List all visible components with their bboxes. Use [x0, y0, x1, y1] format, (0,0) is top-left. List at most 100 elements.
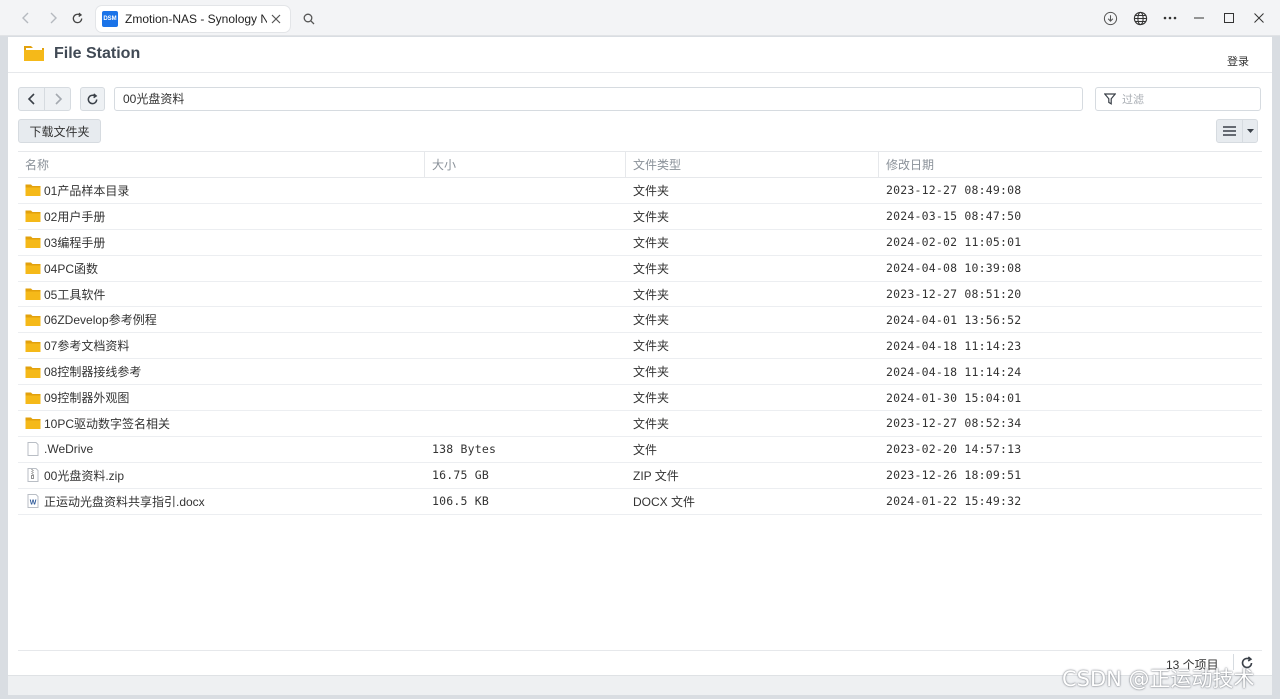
file-name: 06ZDevelop参考例程 [44, 313, 157, 328]
minimize-button[interactable] [1189, 8, 1209, 28]
cell-type: 文件夹 [633, 235, 670, 250]
maximize-button[interactable] [1219, 8, 1239, 28]
translate-button[interactable] [1130, 8, 1150, 28]
close-icon [271, 14, 281, 24]
cell-modified: 2023-02-20 14:57:13 [886, 442, 1022, 457]
table-row[interactable]: 05工具软件 文件夹 2023-12-27 08:51:20 [18, 282, 1262, 308]
file-name: 08控制器接线参考 [44, 365, 142, 380]
cell-name: 08控制器接线参考 [18, 363, 425, 380]
file-name: 02用户手册 [44, 209, 106, 224]
column-header-name[interactable]: 名称 [18, 152, 425, 177]
browser-toolbar: DSM Zmotion-NAS - Synology NAS [0, 0, 1280, 36]
app-title: File Station [54, 45, 141, 62]
cell-type: 文件夹 [633, 391, 670, 406]
close-tab-button[interactable] [268, 11, 284, 27]
list-view-toggle[interactable] [1217, 120, 1243, 142]
table-row[interactable]: W 正运动光盘资料共享指引.docx 106.5 KB DOCX 文件 2024-01-… [18, 489, 1262, 515]
cell-name: 03编程手册 [18, 234, 425, 251]
close-window-button[interactable] [1249, 8, 1269, 28]
cell-type: ZIP 文件 [633, 468, 679, 483]
table-row[interactable]: 06ZDevelop参考例程 文件夹 2024-04-01 13:56:52 [18, 307, 1262, 334]
table-row[interactable]: 02用户手册 文件夹 2024-03-15 08:47:50 [18, 204, 1262, 230]
nav-forward-button[interactable] [44, 87, 71, 111]
refresh-icon [87, 92, 98, 104]
globe-icon [1133, 11, 1147, 25]
file-name: 01产品样本目录 [44, 183, 130, 198]
cell-name: 07参考文档资料 [18, 337, 425, 354]
cell-modified: 2023-12-27 08:51:20 [886, 287, 1022, 301]
cell-modified: 2023-12-26 18:09:51 [886, 468, 1022, 483]
more-menu-button[interactable] [1160, 8, 1180, 28]
view-mode-button[interactable] [1216, 119, 1258, 143]
table-row[interactable]: 01产品样本目录 文件夹 2023-12-27 08:49:08 [18, 178, 1262, 204]
caret-down-icon [1246, 129, 1254, 133]
chevron-left-icon [22, 12, 29, 24]
search-icon [303, 13, 315, 25]
dsm-favicon-icon: DSM [102, 11, 118, 27]
folder-icon [25, 236, 41, 249]
cell-modified: 2023-12-27 08:52:34 [886, 416, 1022, 431]
file-list: 01产品样本目录 文件夹 2023-12-27 08:49:08 02用户手册 文件夹 2… [18, 178, 1262, 515]
cell-type: 文件夹 [633, 287, 670, 302]
chevron-right-icon [54, 93, 62, 105]
column-header-modified[interactable]: 修改日期 [879, 152, 1262, 177]
table-row[interactable]: 04PC函数 文件夹 2024-04-08 10:39:08 [18, 256, 1262, 282]
cell-name: 01产品样本目录 [18, 182, 425, 199]
cell-type: 文件夹 [633, 183, 670, 198]
maximize-icon [1224, 13, 1234, 23]
svg-text:W: W [30, 500, 37, 507]
folder-icon [25, 392, 41, 404]
cell-type: 文件夹 [633, 209, 670, 224]
login-link[interactable]: 登录 [1227, 53, 1249, 69]
folder-icon [25, 314, 41, 326]
table-row[interactable]: 08控制器接线参考 文件夹 2024-04-18 11:14:24 [18, 359, 1262, 386]
filter-input[interactable]: 过滤 [1095, 87, 1261, 111]
path-input[interactable]: 00光盘资料 [114, 87, 1083, 111]
folder-icon [25, 262, 41, 275]
table-row[interactable]: 10PC驱动数字签名相关 文件夹 2023-12-27 08:52:34 [18, 411, 1262, 437]
cell-type: 文件夹 [633, 261, 670, 276]
column-header-type[interactable]: 文件类型 [626, 152, 879, 177]
cell-modified: 2024-04-08 10:39:08 [886, 261, 1022, 276]
filter-placeholder: 过滤 [1122, 94, 1144, 106]
file-list-header: 名称 大小 文件类型 修改日期 [18, 151, 1262, 178]
file-name: 10PC驱动数字签名相关 [44, 416, 171, 431]
downloads-button[interactable] [1100, 8, 1120, 28]
table-row[interactable]: .WeDrive 138 Bytes 文件 2023-02-20 14:57:13 [18, 437, 1262, 463]
table-row[interactable]: 03编程手册 文件夹 2024-02-02 11:05:01 [18, 230, 1262, 256]
refresh-icon [72, 12, 82, 23]
reload-button[interactable] [67, 8, 87, 28]
file-name: 正运动光盘资料共享指引.docx [44, 494, 205, 509]
tab-search-button[interactable] [296, 6, 322, 32]
cell-modified: 2024-04-18 11:14:24 [886, 364, 1022, 379]
folder-icon [25, 366, 41, 378]
cell-modified: 2024-02-02 11:05:01 [886, 235, 1022, 250]
zip-file-icon [27, 468, 39, 483]
refresh-button[interactable] [80, 87, 105, 111]
table-row[interactable]: 09控制器外观图 文件夹 2024-01-30 15:04:01 [18, 385, 1262, 412]
file-name: 09控制器外观图 [44, 391, 130, 406]
download-icon [1103, 11, 1117, 25]
cell-modified: 2024-03-15 08:47:50 [886, 209, 1022, 224]
download-folder-button[interactable]: 下载文件夹 [18, 119, 101, 143]
browser-tab[interactable]: DSM Zmotion-NAS - Synology NAS [96, 6, 290, 32]
cell-modified: 2024-01-22 15:49:32 [886, 494, 1022, 509]
cell-name: 06ZDevelop参考例程 [18, 311, 425, 328]
column-header-size[interactable]: 大小 [425, 152, 626, 177]
list-icon [1223, 126, 1236, 136]
folder-icon [25, 417, 41, 430]
table-row[interactable]: 00光盘资料.zip 16.75 GB ZIP 文件 2023-12-26 18:09… [18, 463, 1262, 489]
back-button[interactable] [16, 8, 36, 28]
view-dropdown-toggle[interactable] [1243, 120, 1257, 142]
footer-divider [18, 650, 1262, 651]
file-name: 05工具软件 [44, 287, 106, 302]
table-row[interactable]: 07参考文档资料 文件夹 2024-04-18 11:14:23 [18, 333, 1262, 360]
cell-name: .WeDrive [18, 442, 425, 457]
file-name: 04PC函数 [44, 261, 99, 276]
filter-icon [1104, 93, 1116, 105]
forward-button[interactable] [43, 8, 63, 28]
nav-back-button[interactable] [18, 87, 45, 111]
cell-type: 文件夹 [633, 416, 670, 431]
chevron-left-icon [27, 93, 35, 105]
cell-name: 02用户手册 [18, 208, 425, 225]
